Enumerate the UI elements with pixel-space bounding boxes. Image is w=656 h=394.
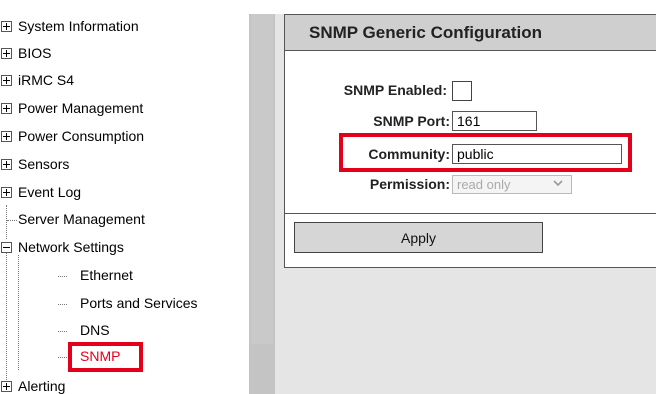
snmp-highlight-box (68, 342, 143, 372)
panel-header: SNMP Generic Configuration (285, 15, 656, 51)
tree-connector (18, 255, 19, 370)
sidebar-item-label: Network Settings (18, 239, 124, 255)
tree-connector (58, 357, 67, 358)
permission-label: Permission: (369, 176, 450, 192)
apply-button[interactable]: Apply (294, 222, 543, 253)
panel-title: SNMP Generic Configuration (309, 23, 542, 42)
expand-icon[interactable] (1, 21, 12, 32)
expand-icon[interactable] (1, 48, 12, 59)
sidebar-item-label: BIOS (18, 45, 52, 61)
vertical-scrollbar[interactable] (251, 14, 273, 344)
sidebar-item-label: DNS (80, 322, 110, 338)
tree-connector (58, 331, 67, 332)
permission-value: read only (457, 177, 511, 192)
sidebar-item-label: Server Management (18, 211, 145, 227)
sidebar-item-label: Ports and Services (80, 295, 198, 311)
snmp-enabled-checkbox[interactable] (452, 81, 472, 101)
expand-icon[interactable] (1, 75, 12, 86)
tree-connector (7, 220, 17, 221)
tree-connector (58, 276, 67, 277)
snmp-enabled-label: SNMP Enabled: (343, 82, 447, 98)
chevron-down-icon (553, 180, 563, 187)
tree-connector (6, 205, 7, 239)
tree-connector (6, 252, 7, 382)
sidebar-item-label: Alerting (18, 378, 66, 394)
sidebar-item-label: Ethernet (80, 267, 133, 283)
sidebar-item-label: Power Consumption (18, 128, 145, 144)
sidebar-item-label: Event Log (18, 184, 82, 200)
snmp-port-input[interactable]: 161 (452, 111, 537, 131)
snmp-port-label: SNMP Port: (373, 113, 450, 129)
sidebar-item-label: iRMC S4 (18, 72, 75, 88)
expand-icon[interactable] (1, 103, 12, 114)
permission-select[interactable]: read only (452, 175, 572, 194)
expand-icon[interactable] (1, 381, 12, 392)
community-highlight-box (339, 133, 632, 172)
expand-icon[interactable] (1, 187, 12, 198)
sidebar-item-label: System Information (18, 18, 139, 34)
expand-icon[interactable] (1, 131, 12, 142)
sidebar-item-label: Power Management (18, 100, 144, 116)
collapse-icon[interactable] (1, 242, 12, 253)
sidebar-item-label: Sensors (18, 156, 70, 172)
expand-icon[interactable] (1, 159, 12, 170)
tree-connector (58, 304, 67, 305)
navigation-tree: System Information BIOS iRMC S4 Power Ma… (0, 0, 247, 394)
panel-divider (285, 213, 656, 214)
